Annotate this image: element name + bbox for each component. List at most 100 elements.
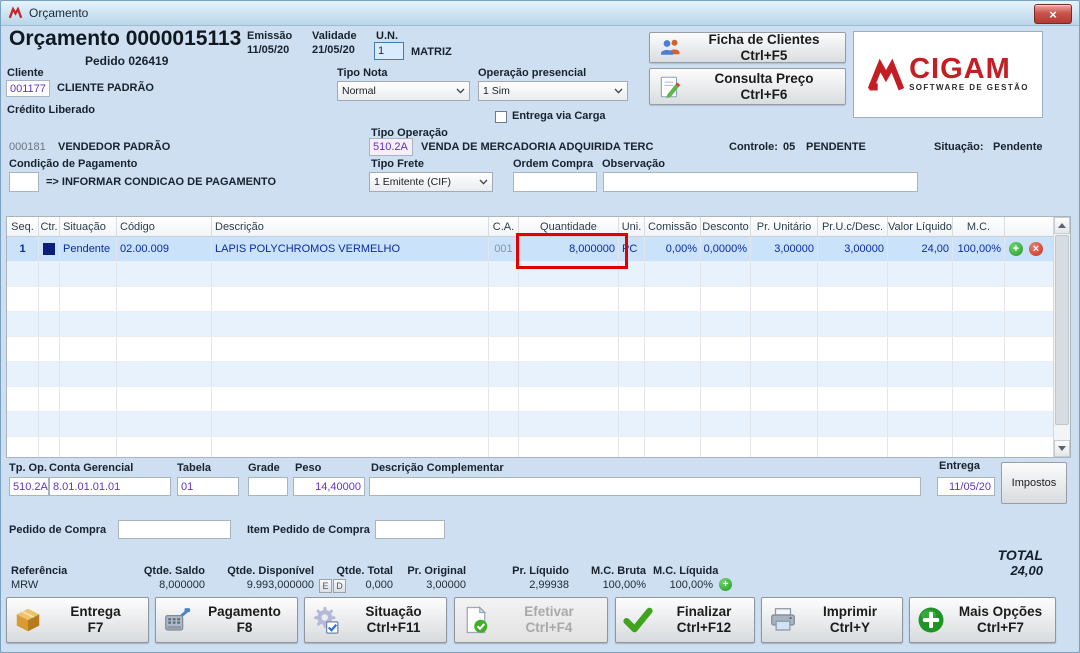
tipo-frete-label: Tipo Frete (371, 158, 424, 170)
add-item-icon[interactable]: + (1009, 242, 1023, 256)
entrega-button-shortcut: F7 (87, 620, 104, 635)
efetivar-button-label: Efetivar (524, 603, 574, 619)
grade-input[interactable] (248, 477, 288, 496)
mc-liquida-value: 100,00% (669, 579, 713, 591)
tipo-frete-select[interactable]: 1 Emitente (CIF) (369, 172, 493, 192)
scrollbar-thumb[interactable] (1055, 235, 1069, 425)
tipo-nota-label: Tipo Nota (337, 67, 388, 79)
control-square-icon (43, 243, 55, 255)
close-button[interactable]: × (1034, 4, 1072, 24)
vendedor-name: VENDEDOR PADRÃO (58, 141, 171, 153)
observacao-input[interactable] (603, 172, 918, 192)
col-header-valor-liquido[interactable]: Valor Líquido (888, 217, 953, 236)
credito-status: Crédito Liberado (7, 104, 96, 116)
col-header-descricao[interactable]: Descrição (212, 217, 489, 236)
cell-actions: + × (1005, 237, 1055, 261)
tipo-nota-value: Normal (342, 85, 376, 97)
entrega-input[interactable]: 11/05/20 (937, 477, 995, 496)
qtde-e-button[interactable]: E (319, 579, 332, 593)
mc-liquida-add-icon[interactable]: + (719, 578, 732, 591)
un-label: U.N. (376, 30, 398, 42)
impostos-button[interactable]: Impostos (1001, 462, 1067, 504)
col-header-codigo[interactable]: Código (117, 217, 212, 236)
qtde-saldo-value: 8,000000 (159, 579, 205, 591)
imprimir-button-label: Imprimir (822, 603, 877, 619)
finalizar-button[interactable]: Finalizar Ctrl+F12 (615, 597, 755, 643)
consulta-preco-button[interactable]: Consulta Preço Ctrl+F6 (649, 68, 846, 105)
tipo-operacao-code-input[interactable]: 510.2A (369, 138, 413, 156)
finalizar-button-shortcut: Ctrl+F12 (676, 620, 732, 635)
ficha-clientes-button[interactable]: Ficha de Clientes Ctrl+F5 (649, 32, 846, 63)
arrow-down-icon (1058, 446, 1066, 451)
conta-gerencial-input[interactable]: 8.01.01.01.01 (49, 477, 171, 496)
qtde-disponivel-label: Qtde. Disponível (227, 565, 314, 577)
table-scrollbar[interactable] (1053, 217, 1070, 457)
empty-table-row (7, 387, 1070, 412)
scroll-down-button[interactable] (1054, 440, 1070, 457)
col-header-ctr[interactable]: Ctr. (39, 217, 60, 236)
cell-uni: PC (619, 237, 645, 261)
imprimir-button[interactable]: Imprimir Ctrl+Y (761, 597, 903, 643)
entrega-via-carga-checkbox[interactable] (495, 111, 507, 123)
condicao-pagamento-input[interactable] (9, 172, 39, 192)
pedido-compra-input[interactable] (118, 520, 231, 539)
pr-original-value: 3,00000 (426, 579, 466, 591)
qtde-disponivel-value: 9.993,000000 (246, 579, 314, 591)
controle-label: Controle: (729, 141, 778, 153)
col-header-mc[interactable]: M.C. (953, 217, 1005, 236)
pagamento-button-label: Pagamento (208, 603, 281, 619)
ficha-clientes-label: Ficha de Clientes (708, 31, 820, 47)
cell-ctr (39, 237, 60, 261)
qtde-saldo-stat: Qtde. Saldo 8,000000 (119, 565, 205, 591)
tipo-nota-select[interactable]: Normal (337, 81, 470, 101)
pr-liquido-label: Pr. Líquido (512, 565, 569, 577)
situacao-button[interactable]: Situação Ctrl+F11 (304, 597, 447, 643)
mais-opcoes-button-shortcut: Ctrl+F7 (977, 620, 1024, 635)
tp-op-label: Tp. Op. (9, 462, 47, 474)
peso-label: Peso (295, 462, 322, 474)
operacao-presencial-select[interactable]: 1 Sim (478, 81, 628, 101)
delete-item-icon[interactable]: × (1029, 242, 1043, 256)
mc-liquida-stat: M.C. Líquida 100,00% (653, 565, 718, 591)
item-pedido-compra-input[interactable] (375, 520, 445, 539)
logo-tagline: SOFTWARE DE GESTÃO (909, 83, 1029, 93)
col-header-pr-u-c-desc[interactable]: Pr.U.c/Desc. (818, 217, 888, 236)
empty-table-row (7, 337, 1070, 362)
cell-comissao: 0,00% (645, 237, 701, 261)
pr-liquido-stat: Pr. Líquido 2,99938 (506, 565, 569, 591)
empty-table-row (7, 262, 1070, 287)
mais-opcoes-button[interactable]: Mais Opções Ctrl+F7 (909, 597, 1056, 643)
un-name: MATRIZ (411, 46, 452, 58)
impostos-label: Impostos (1011, 477, 1057, 489)
col-header-ca[interactable]: C.A. (489, 217, 519, 236)
item-pedido-compra-label: Item Pedido de Compra (247, 524, 370, 536)
col-header-pr-unitario[interactable]: Pr. Unitário (751, 217, 818, 236)
scroll-up-button[interactable] (1054, 217, 1070, 234)
descricao-complementar-input[interactable] (369, 477, 921, 496)
tp-op-input[interactable]: 510.2A (9, 477, 49, 496)
cliente-code-input[interactable]: 001177 (6, 80, 50, 97)
entrega-button[interactable]: Entrega F7 (6, 597, 149, 643)
page-title: Orçamento 0000015113 (9, 27, 242, 50)
peso-input[interactable]: 14,40000 (293, 477, 365, 496)
col-header-desconto[interactable]: Desconto (701, 217, 751, 236)
cell-ca: 001 (489, 237, 519, 261)
col-header-uni[interactable]: Uni. (619, 217, 645, 236)
pedido-number: Pedido 026419 (85, 54, 169, 68)
table-row[interactable]: 1 Pendente 02.00.009 LAPIS POLYCHROMOS V… (7, 237, 1070, 262)
pagamento-button-shortcut: F8 (236, 620, 253, 635)
ordem-compra-input[interactable] (513, 172, 597, 192)
pagamento-button[interactable]: Pagamento F8 (155, 597, 298, 643)
un-input[interactable]: 1 (374, 42, 404, 60)
col-header-quantidade[interactable]: Quantidade (519, 217, 619, 236)
validade-value: 21/05/20 (312, 44, 355, 56)
condicao-pagamento-label: Condição de Pagamento (9, 158, 138, 170)
cell-descricao: LAPIS POLYCHROMOS VERMELHO (212, 237, 489, 261)
tabela-input[interactable]: 01 (177, 477, 239, 496)
col-header-comissao[interactable]: Comissão (645, 217, 701, 236)
pr-original-stat: Pr. Original 3,00000 (406, 565, 466, 591)
col-header-seq[interactable]: Seq. (7, 217, 39, 236)
col-header-situacao[interactable]: Situação (60, 217, 117, 236)
document-check-icon (466, 605, 488, 634)
cell-pr-u-c-desc: 3,00000 (818, 237, 888, 261)
